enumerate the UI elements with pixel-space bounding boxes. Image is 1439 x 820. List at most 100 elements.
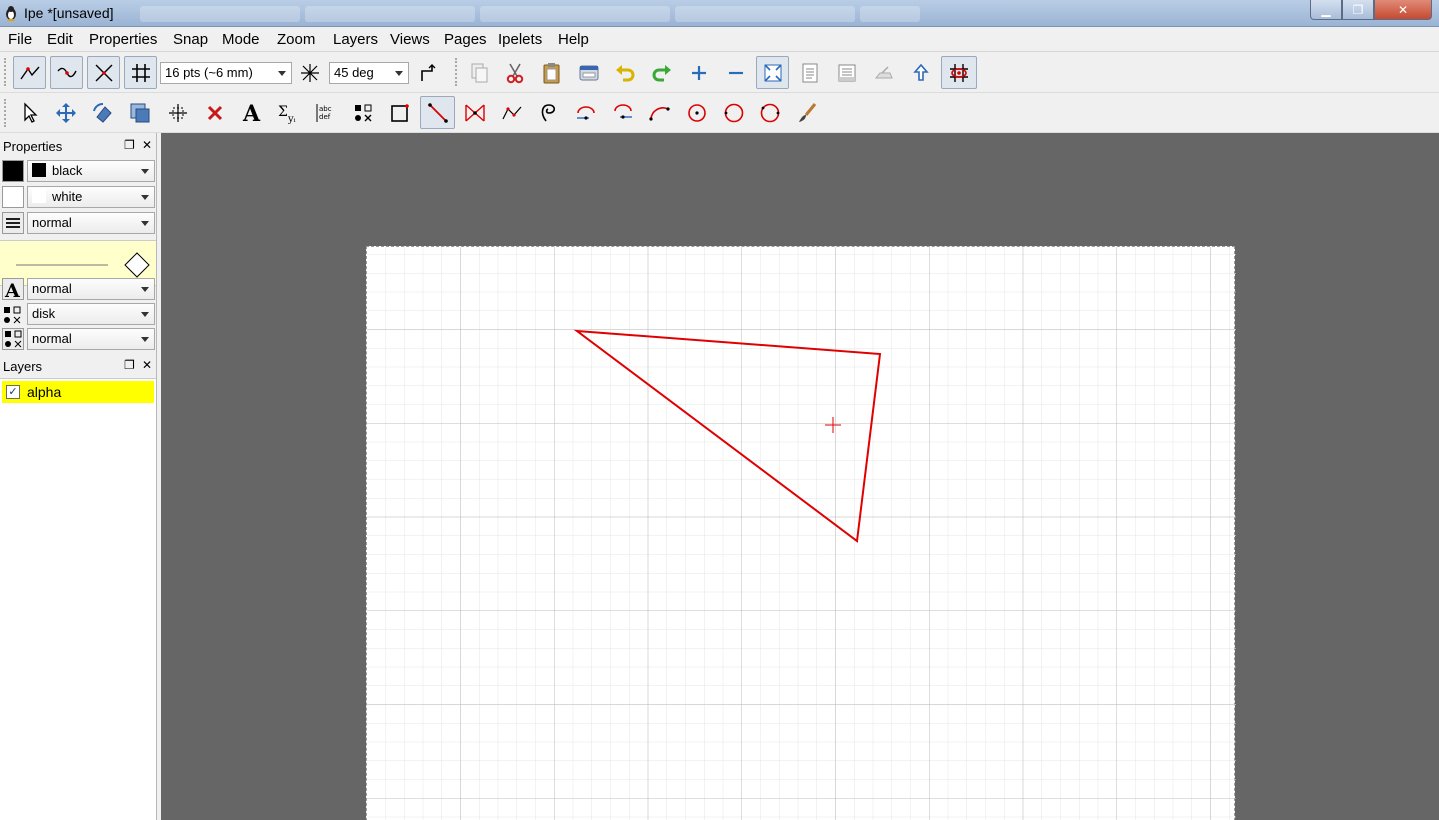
snap-grid-button[interactable] xyxy=(124,56,157,89)
close-icon: ✕ xyxy=(1397,2,1409,17)
toolbar-grip[interactable] xyxy=(4,58,8,86)
minimize-button[interactable]: ▁ xyxy=(1310,0,1342,20)
angle-snap-button[interactable] xyxy=(294,56,326,89)
mode-ink-button[interactable] xyxy=(790,96,823,129)
menu-properties[interactable]: Properties xyxy=(89,31,157,48)
pen-select[interactable]: normal xyxy=(27,212,155,234)
drawing-canvas[interactable] xyxy=(161,133,1439,820)
zoom-out-button[interactable] xyxy=(719,56,752,89)
mode-translate-button[interactable] xyxy=(49,96,82,129)
zoom-to-top-button[interactable] xyxy=(904,56,937,89)
copy-icon xyxy=(471,63,487,82)
cut-button[interactable] xyxy=(498,56,531,89)
grid-and-drawing xyxy=(367,247,1236,820)
paragraph-icon: abcdef xyxy=(316,103,331,122)
zoom-in-button[interactable] xyxy=(682,56,715,89)
layer-item-alpha[interactable]: ✓ alpha xyxy=(2,381,154,403)
menu-edit[interactable]: Edit xyxy=(47,31,73,48)
stroke-color-button[interactable] xyxy=(2,160,24,182)
cut-icon xyxy=(506,63,523,83)
pen-width-icon xyxy=(6,218,20,228)
float-dock-icon[interactable]: ❐ xyxy=(124,138,135,152)
menu-zoom[interactable]: Zoom xyxy=(277,31,315,48)
menu-file[interactable]: File xyxy=(8,31,32,48)
fill-select[interactable]: white xyxy=(27,186,155,208)
fit-page-button[interactable] xyxy=(756,56,789,89)
close-dock-icon[interactable]: ✕ xyxy=(142,358,152,372)
mode-polygon-button[interactable] xyxy=(458,96,491,129)
mode-rectangle-button[interactable] xyxy=(383,96,416,129)
undo-button[interactable] xyxy=(608,56,641,89)
mode-arc-three-button[interactable] xyxy=(643,96,676,129)
mode-arc-ccw-button[interactable] xyxy=(606,96,639,129)
mode-label-button[interactable]: A xyxy=(235,96,268,129)
mark-shape-select[interactable]: disk xyxy=(27,303,155,325)
mode-circle-three-button[interactable] xyxy=(753,96,786,129)
shred-icon xyxy=(207,105,222,120)
toolbar-grip[interactable] xyxy=(4,99,8,127)
snap-intersection-button[interactable] xyxy=(87,56,120,89)
text-size-button[interactable]: A xyxy=(2,278,24,302)
maximize-button[interactable]: ❐ xyxy=(1342,0,1374,20)
grid-size-select[interactable]: 16 pts (~6 mm) xyxy=(160,62,292,84)
mode-pan-button[interactable] xyxy=(161,96,194,129)
window-title: Ipe *[unsaved] xyxy=(24,5,114,21)
snap-boundary-button[interactable] xyxy=(50,56,83,89)
mode-shred-button[interactable] xyxy=(198,96,231,129)
fit-selection-button[interactable] xyxy=(830,56,863,89)
mode-lines-button[interactable] xyxy=(420,96,455,129)
layer-visible-checkbox[interactable]: ✓ xyxy=(6,385,20,399)
fit-selection-icon xyxy=(838,64,855,81)
menu-ipelets[interactable]: Ipelets xyxy=(498,31,542,48)
mode-paragraph-button[interactable]: abc def xyxy=(309,96,342,129)
fill-color-button[interactable] xyxy=(2,186,24,208)
symbol-size-select[interactable]: normal xyxy=(27,328,155,350)
redo-button[interactable] xyxy=(645,56,678,89)
mode-select-button[interactable] xyxy=(13,96,46,129)
screenshot-button[interactable] xyxy=(572,56,605,89)
mode-stretch-button[interactable] xyxy=(123,96,156,129)
auto-angle-button[interactable] xyxy=(411,56,441,89)
pen-row: normal xyxy=(0,211,156,235)
menu-views[interactable]: Views xyxy=(390,31,430,48)
paste-button[interactable] xyxy=(535,56,568,89)
mode-circle-center-button[interactable] xyxy=(680,96,713,129)
mode-toolbar: A Σyᵢ abc def xyxy=(0,93,1439,133)
mode-splinegon-button[interactable] xyxy=(531,96,564,129)
page[interactable] xyxy=(366,246,1236,820)
angle-select[interactable]: 45 deg xyxy=(329,62,409,84)
pan-here-button[interactable] xyxy=(867,56,900,89)
mode-arc-cw-button[interactable] xyxy=(569,96,602,129)
snap-vertex-button[interactable] xyxy=(13,56,46,89)
fill-value: white xyxy=(52,189,83,204)
pen-button[interactable] xyxy=(2,212,24,234)
ipe-window: Ipe *[unsaved] ▁ ❐ ✕ File Edit Propertie… xyxy=(0,0,1439,820)
menu-pages[interactable]: Pages xyxy=(444,31,487,48)
mode-marks-button[interactable] xyxy=(346,96,379,129)
close-button[interactable]: ✕ xyxy=(1374,0,1432,20)
menu-layers[interactable]: Layers xyxy=(333,31,378,48)
fill-swatch xyxy=(32,189,46,203)
snap-boundary-icon xyxy=(56,67,77,77)
polygon-icon xyxy=(464,103,485,122)
mode-circle-diameter-button[interactable] xyxy=(717,96,750,129)
close-dock-icon[interactable]: ✕ xyxy=(142,138,152,152)
mode-math-button[interactable]: Σyᵢ xyxy=(272,96,305,129)
redo-icon xyxy=(652,64,671,81)
copy-button[interactable] xyxy=(462,56,495,89)
mode-rotate-button[interactable] xyxy=(86,96,119,129)
symbol-size-row: normal xyxy=(0,327,156,351)
symbol-size-button[interactable] xyxy=(2,328,24,350)
text-size-select[interactable]: normal xyxy=(27,278,155,300)
toolbar-grip[interactable] xyxy=(455,58,459,86)
splinegon-icon xyxy=(541,103,555,121)
mode-splines-button[interactable] xyxy=(495,96,528,129)
menu-mode[interactable]: Mode xyxy=(222,31,260,48)
grid-visible-icon xyxy=(950,63,968,82)
menu-help[interactable]: Help xyxy=(558,31,589,48)
menu-snap[interactable]: Snap xyxy=(173,31,208,48)
stroke-select[interactable]: black xyxy=(27,160,155,182)
grid-visible-button[interactable] xyxy=(941,56,977,89)
float-dock-icon[interactable]: ❐ xyxy=(124,358,135,372)
fit-objects-button[interactable] xyxy=(793,56,826,89)
